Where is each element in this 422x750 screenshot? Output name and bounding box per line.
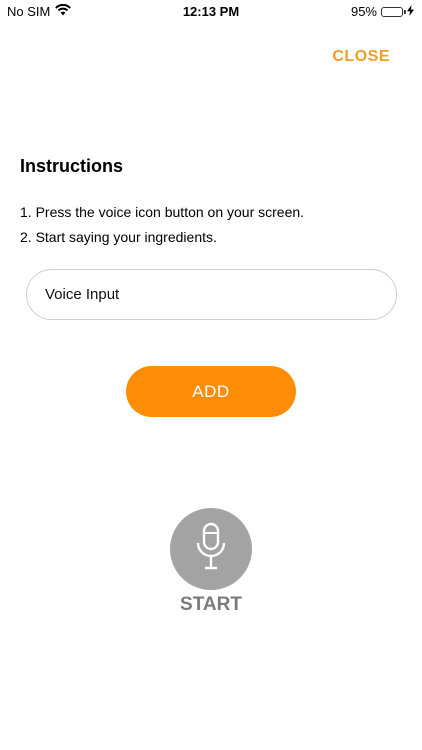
charging-bolt-icon [407,4,414,19]
voice-input[interactable] [26,269,397,320]
battery-icon [381,6,406,17]
instructions-title: Instructions [20,156,124,176]
add-button[interactable]: ADD [126,366,296,417]
status-bar: No SIM 12:13 PM 95% [0,0,422,24]
start-label: START [180,594,242,615]
status-right: 95% [351,4,414,19]
instructions-list: 1. Press the voice icon button on your s… [20,200,304,250]
microphone-icon [195,521,227,578]
instruction-step: 2. Start saying your ingredients. [20,229,217,245]
start-voice-button[interactable] [170,508,252,590]
close-button[interactable]: CLOSE [332,48,390,66]
battery-percent: 95% [350,4,377,19]
instruction-step: 1. Press the voice icon button on your s… [20,204,305,220]
battery-tip [404,9,406,14]
